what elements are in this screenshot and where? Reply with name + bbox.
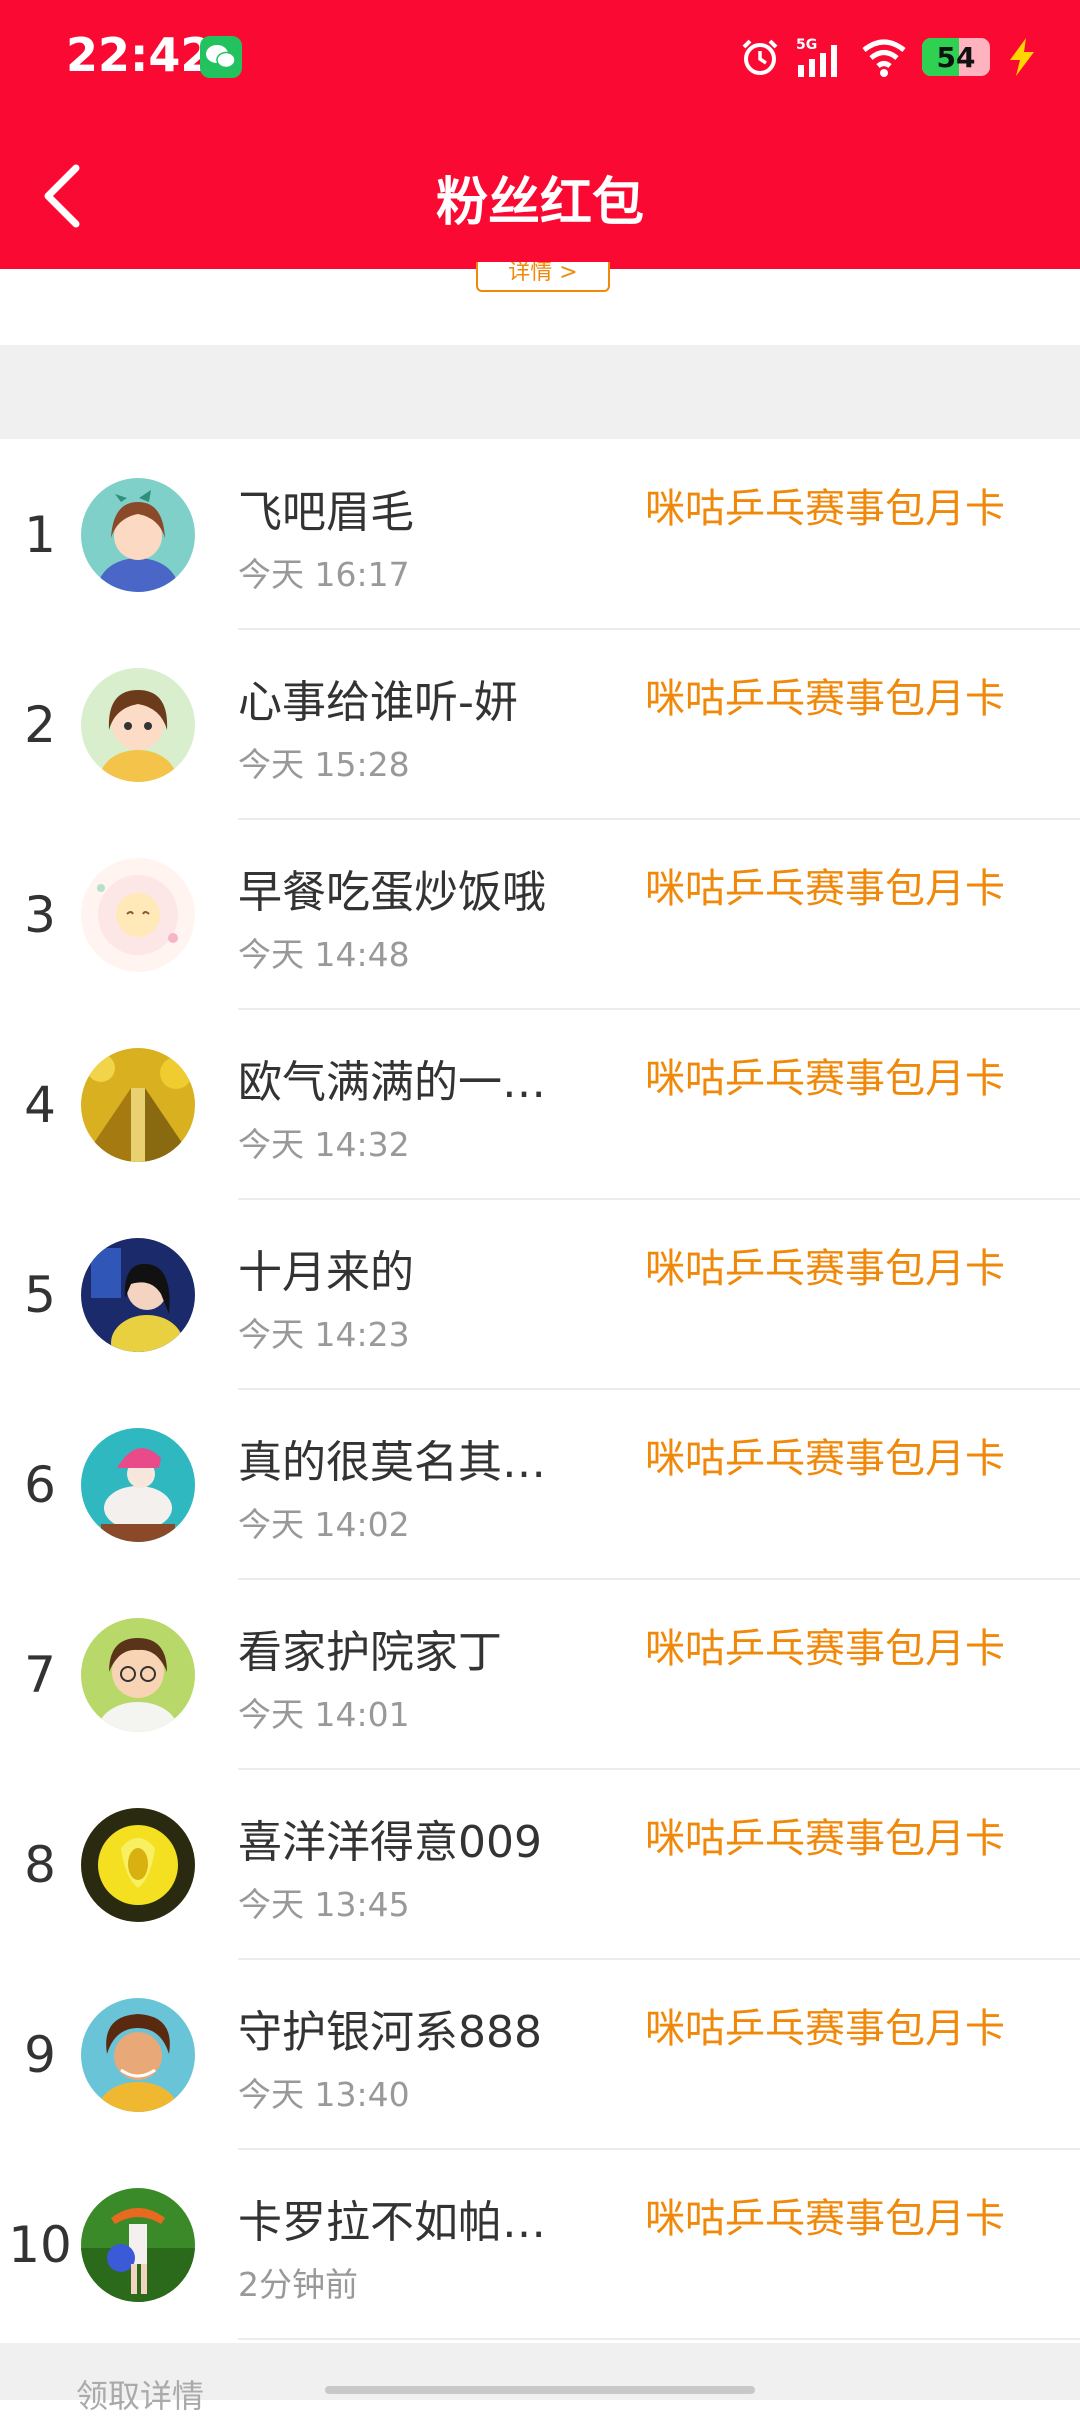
list-item[interactable]: 10 卡罗拉不如帕… 2分钟前 咪咕乒乓赛事包月卡 bbox=[0, 2150, 1080, 2340]
avatar[interactable] bbox=[81, 1618, 195, 1732]
rank-number: 3 bbox=[24, 886, 56, 944]
avatar[interactable] bbox=[81, 1048, 195, 1162]
page-title: 粉丝红包 bbox=[435, 173, 644, 233]
row-divider bbox=[238, 2338, 1080, 2340]
rank-number: 2 bbox=[24, 696, 56, 754]
avatar[interactable] bbox=[81, 1808, 195, 1922]
prize-name: 咪咕乒乓赛事包月卡 bbox=[645, 2006, 1005, 2052]
user-name: 早餐吃蛋炒饭哦 bbox=[238, 867, 546, 918]
claim-time: 今天 15:28 bbox=[238, 745, 410, 784]
user-name: 看家护院家丁 bbox=[238, 1627, 502, 1678]
user-name: 喜洋洋得意009 bbox=[238, 1817, 542, 1868]
list-item[interactable]: 2 心事给谁听-妍今天 15:28 咪咕乒乓赛事包月卡 bbox=[0, 630, 1080, 820]
signal-5g-icon: 5G bbox=[796, 37, 837, 77]
prize-name: 咪咕乒乓赛事包月卡 bbox=[645, 486, 1005, 532]
details-link-button[interactable]: 详情 > bbox=[476, 262, 610, 292]
prize-name: 咪咕乒乓赛事包月卡 bbox=[645, 1056, 1005, 1102]
home-indicator-bar[interactable] bbox=[325, 2386, 755, 2394]
list-item[interactable]: 7 看家护院家丁今天 14:01 咪咕乒乓赛事包月卡 bbox=[0, 1580, 1080, 1770]
section-separator bbox=[0, 345, 1080, 439]
avatar[interactable] bbox=[81, 668, 195, 782]
rank-number: 10 bbox=[8, 2216, 72, 2274]
rank-number: 8 bbox=[24, 1836, 56, 1894]
user-name: 卡罗拉不如帕… bbox=[238, 2197, 546, 2248]
user-name: 心事给谁听-妍 bbox=[238, 677, 518, 728]
rank-number: 7 bbox=[24, 1646, 56, 1704]
prize-name: 咪咕乒乓赛事包月卡 bbox=[645, 1436, 1005, 1482]
prize-name: 咪咕乒乓赛事包月卡 bbox=[645, 1816, 1005, 1862]
user-name: 飞吧眉毛 bbox=[238, 487, 414, 538]
battery-level-text: 54 bbox=[936, 40, 976, 74]
rank-number: 6 bbox=[24, 1456, 56, 1514]
svg-text:5G: 5G bbox=[796, 37, 817, 53]
avatar[interactable] bbox=[81, 478, 195, 592]
prize-name: 咪咕乒乓赛事包月卡 bbox=[645, 2196, 1005, 2242]
avatar[interactable] bbox=[81, 1428, 195, 1542]
claim-time: 今天 14:32 bbox=[238, 1125, 410, 1164]
prize-name: 咪咕乒乓赛事包月卡 bbox=[645, 1626, 1005, 1672]
list-item[interactable]: 1 飞吧眉毛今天 16:17 咪咕乒乓赛事包月卡 bbox=[0, 440, 1080, 630]
rank-number: 9 bbox=[24, 2026, 56, 2084]
avatar[interactable] bbox=[81, 1238, 195, 1352]
claim-time: 今天 14:23 bbox=[238, 1315, 410, 1354]
claim-time: 今天 16:17 bbox=[238, 555, 410, 594]
prize-name: 咪咕乒乓赛事包月卡 bbox=[645, 1246, 1005, 1292]
battery-indicator: 54 bbox=[922, 38, 990, 76]
list-item[interactable]: 6 真的很莫名其… 今天 14:02 咪咕乒乓赛事包月卡 bbox=[0, 1390, 1080, 1580]
prize-name: 咪咕乒乓赛事包月卡 bbox=[645, 866, 1005, 912]
status-time: 22:42 bbox=[66, 28, 213, 82]
avatar[interactable] bbox=[81, 858, 195, 972]
user-name: 欧气满满的一… bbox=[238, 1057, 546, 1108]
claim-time: 今天 13:40 bbox=[238, 2075, 410, 2114]
alarm-icon bbox=[742, 39, 778, 75]
rank-number: 4 bbox=[24, 1076, 56, 1134]
claim-time: 今天 14:01 bbox=[238, 1695, 410, 1734]
claim-time: 今天 14:48 bbox=[238, 935, 410, 974]
list-item[interactable]: 9 守护银河系888 今天 13:40 咪咕乒乓赛事包月卡 bbox=[0, 1960, 1080, 2150]
rank-number: 5 bbox=[24, 1266, 56, 1324]
list-item[interactable]: 3 早餐吃蛋炒饭哦今天 14:48 咪咕乒乓赛事包月卡 bbox=[0, 820, 1080, 1010]
claim-time: 今天 13:45 bbox=[238, 1885, 410, 1924]
list-item[interactable]: 8 喜洋洋得意009 今天 13:45 咪咕乒乓赛事包月卡 bbox=[0, 1770, 1080, 1960]
user-name: 真的很莫名其… bbox=[238, 1437, 546, 1488]
rank-number: 1 bbox=[24, 506, 56, 564]
charging-bolt-icon bbox=[1010, 38, 1034, 76]
claim-time: 今天 14:02 bbox=[238, 1505, 410, 1544]
footer-label: 领取详情 bbox=[76, 2377, 205, 2415]
status-icons: 5G 54 bbox=[740, 32, 1040, 82]
claim-time: 2分钟前 bbox=[238, 2265, 358, 2304]
recipient-list: 1 飞吧眉毛今天 16:17 咪咕乒乓赛事包月卡 2 心事给谁听-妍今天 15:28 咪咕… bbox=[0, 440, 1080, 2340]
user-name: 十月来的 bbox=[238, 1247, 414, 1298]
wifi-icon bbox=[862, 39, 906, 77]
list-item[interactable]: 4 欧气满满的一… 今天 14:32 咪咕乒乓赛事包月卡 bbox=[0, 1010, 1080, 1200]
user-name: 守护银河系888 bbox=[238, 2007, 542, 2058]
avatar[interactable] bbox=[81, 1998, 195, 2112]
app-header: 22:42 5G 54 粉丝红包 bbox=[0, 0, 1080, 269]
avatar[interactable] bbox=[81, 2188, 195, 2302]
prize-name: 咪咕乒乓赛事包月卡 bbox=[645, 676, 1005, 722]
list-item[interactable]: 5 十月来的今天 14:23 咪咕乒乓赛事包月卡 bbox=[0, 1200, 1080, 1390]
wechat-notification-icon bbox=[200, 36, 242, 78]
